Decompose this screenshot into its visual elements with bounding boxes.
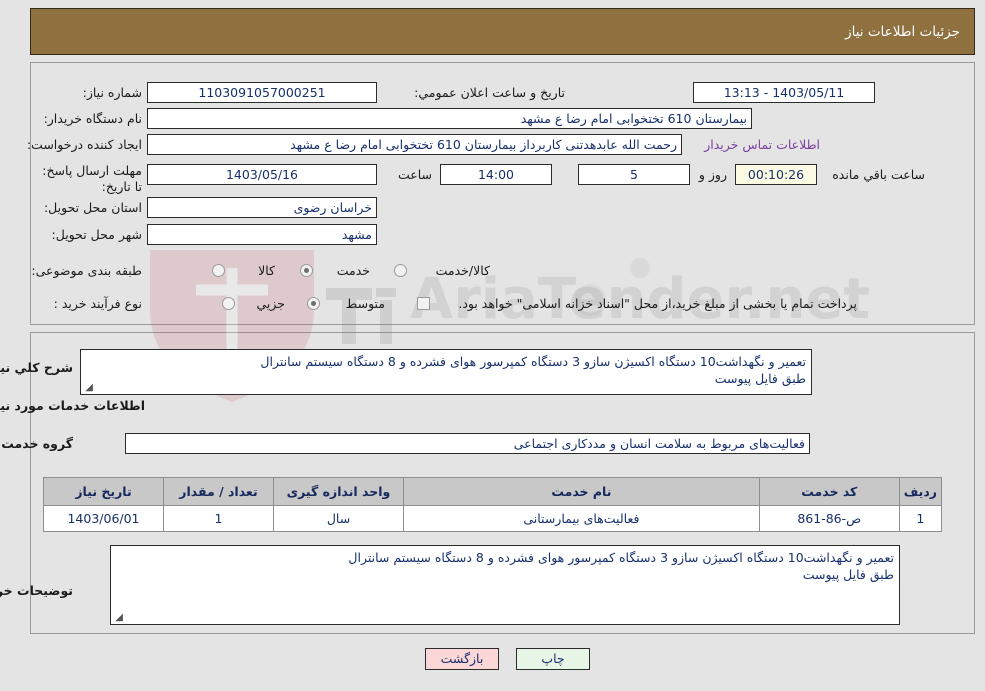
col-need-date: تاریخ نیاز <box>43 477 164 506</box>
buyer-notes-value[interactable]: تعمیر و نگهداشت10 دستگاه اکسیژن سازو 3 د… <box>110 545 900 625</box>
table-cell-2: فعالیت‌های بیمارستانی <box>403 505 760 532</box>
col-quantity: تعداد / مقدار <box>163 477 274 506</box>
table-row: 1 ص-86-861 فعالیت‌های بیمارستانی سال 1 1403/0… <box>43 505 943 532</box>
process-type-label: نوع فرآیند خرید : <box>53 296 142 311</box>
buyer-org-value[interactable]: بیمارستان 610 تختخوابی امام رضا ع مشهد <box>147 108 752 129</box>
delivery-city-value[interactable]: مشهد <box>147 224 377 245</box>
table-cell-5: 1403/06/01 <box>43 505 164 532</box>
deadline-hour-label: ساعت <box>397 167 432 182</box>
col-unit: واحد اندازه گیری <box>273 477 404 506</box>
delivery-province-value[interactable]: خراسان رضوی <box>147 197 377 218</box>
remaining-days-value[interactable]: 5 <box>578 164 690 185</box>
delivery-city-label: شهر محل تحویل: <box>51 227 142 242</box>
buyer-notes-label: توضیحات خریدار: <box>0 583 73 598</box>
table-cell-3: سال <box>273 505 404 532</box>
general-description-text: تعمیر و نگهداشت10 دستگاه اکسیژن سازو 3 د… <box>260 354 806 386</box>
back-button[interactable]: بازگشت <box>425 648 499 670</box>
buyer-org-label: نام دستگاه خریدار: <box>43 111 142 126</box>
radio-process-motevaset-label: متوسط <box>345 296 385 311</box>
service-group-value[interactable]: فعالیت‌های مربوط به سلامت انسان و مددکار… <box>125 433 810 454</box>
services-table: ردیف کد خدمت نام خدمت واحد اندازه گیری ت… <box>43 477 943 532</box>
table-header-row: ردیف کد خدمت نام خدمت واحد اندازه گیری ت… <box>43 477 943 506</box>
general-description-label: شرح کلي نیاز: <box>0 360 73 375</box>
announce-datetime-label: تاریخ و ساعت اعلان عمومي: <box>414 85 565 100</box>
deadline-label: مهلت ارسال پاسخ: تا تاریخ: <box>42 163 142 194</box>
remaining-days-label: روز و <box>698 167 727 182</box>
radio-category-kala[interactable] <box>212 264 225 277</box>
buyer-contact-info-link[interactable]: اطلاعات تماس خریدار <box>704 137 820 152</box>
table-cell-1: ص-86-861 <box>758 505 900 532</box>
delivery-province-label: استان محل تحویل: <box>43 200 142 215</box>
treasury-bond-text: پرداخت تمام یا بخشی از مبلغ خرید،از محل … <box>458 296 857 311</box>
deadline-date-value[interactable]: 1403/05/16 <box>147 164 377 185</box>
need-number-value[interactable]: 1103091057000251 <box>147 82 377 103</box>
resize-grip-icon[interactable]: ◢ <box>83 383 93 393</box>
category-label: طبقه بندی موضوعی: <box>31 263 142 278</box>
radio-category-khedmat[interactable] <box>300 264 313 277</box>
radio-process-motevaset[interactable] <box>307 297 320 310</box>
table-cell-4: 1 <box>163 505 274 532</box>
radio-category-khedmat-label: خدمت <box>336 263 370 278</box>
radio-category-kala-khedmat-label: کالا/خدمت <box>435 263 490 278</box>
service-group-label: گروه خدمت: <box>0 436 73 451</box>
col-service-name: نام خدمت <box>403 477 760 506</box>
deadline-hour-value[interactable]: 14:00 <box>440 164 552 185</box>
print-button[interactable]: چاپ <box>516 648 590 670</box>
announce-datetime-value[interactable]: 1403/05/11 - 13:13 <box>693 82 875 103</box>
page-title-bar: جزئیات اطلاعات نیاز <box>30 8 975 55</box>
radio-process-jozei-label: جزیي <box>256 296 285 311</box>
radio-category-kala-label: کالا <box>258 263 275 278</box>
countdown-timer: 00:10:26 <box>735 164 817 185</box>
requester-label: ایجاد کننده درخواست: <box>26 137 142 152</box>
treasury-bond-checkbox[interactable] <box>417 297 430 310</box>
radio-process-jozei[interactable] <box>222 297 235 310</box>
table-cell-0: 1 <box>898 505 943 532</box>
general-description-value[interactable]: تعمیر و نگهداشت10 دستگاه اکسیژن سازو 3 د… <box>80 349 812 395</box>
page-title: جزئیات اطلاعات نیاز <box>845 23 960 40</box>
resize-grip-icon-notes[interactable]: ◢ <box>113 613 123 623</box>
radio-category-kala-khedmat[interactable] <box>394 264 407 277</box>
page-root: AriaTender.net جزئیات اطلاعات نیاز شماره… <box>0 0 985 691</box>
requester-value[interactable]: رحمت الله عابدهدتنی کاربرداز بیمارستان 6… <box>147 134 682 155</box>
col-service-code: کد خدمت <box>758 477 900 506</box>
need-number-label: شماره نیاز: <box>82 85 142 100</box>
col-radif: ردیف <box>898 477 943 506</box>
service-section-title: اطلاعات خدمات مورد نیاز <box>0 398 145 413</box>
buyer-notes-text: تعمیر و نگهداشت10 دستگاه اکسیژن سازو 3 د… <box>348 550 894 582</box>
countdown-label: ساعت باقي مانده <box>832 167 925 182</box>
